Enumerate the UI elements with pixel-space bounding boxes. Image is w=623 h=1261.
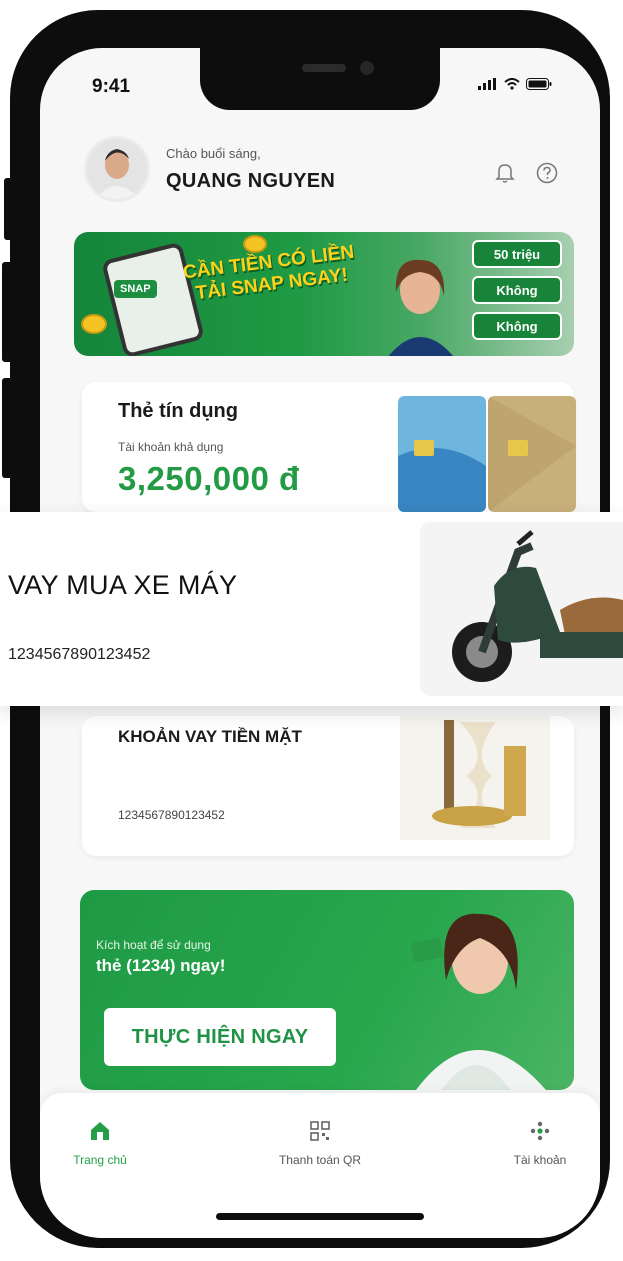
banner-pill: Không: [472, 312, 562, 340]
notch: [200, 48, 440, 110]
available-balance-amount: 3,250,000 đ: [118, 460, 300, 497]
wifi-icon: [504, 78, 520, 90]
help-icon[interactable]: [534, 160, 560, 186]
nav-item-account[interactable]: Tài khoản: [470, 1119, 600, 1167]
promo-subtitle: Kích hoạt để sử dụng: [96, 938, 211, 952]
nav-label-home: Trang chủ: [73, 1153, 127, 1167]
credit-card-title: Thẻ tín dụng: [118, 400, 238, 422]
cash-loan-number: 1234567890123452: [118, 808, 225, 822]
nav-label-qr-payment: Thanh toán QR: [278, 1153, 362, 1167]
credit-card-card[interactable]: Thẻ tín dụng Tài khoản khả dụng 3,250,00…: [82, 382, 576, 512]
woman-photo: [388, 259, 453, 356]
status-time: 9:41: [92, 76, 131, 97]
notification-bell-icon[interactable]: [492, 160, 518, 186]
account-icon: [530, 1121, 550, 1141]
nav-item-home[interactable]: Trang chủ: [40, 1119, 170, 1167]
banner-pill: 50 triệu: [472, 240, 562, 268]
status-icons: [478, 78, 552, 90]
motorbike-loan-title: VAY MUA XE MÁY: [8, 570, 238, 600]
woman-with-card-photo: [410, 913, 546, 1090]
gold-card-image: [488, 396, 576, 512]
nav-item-qr-payment[interactable]: Thanh toán QR: [250, 1119, 390, 1167]
signal-icon: [478, 78, 496, 90]
activate-card-promo: Kích hoạt để sử dụng thẻ (1234) ngay! TH…: [80, 890, 574, 1090]
snap-tag: SNAP: [114, 280, 157, 298]
promo-title: thẻ (1234) ngay!: [96, 956, 226, 975]
hourglass-coins-image: [400, 716, 550, 840]
banner-pill: Không: [472, 276, 562, 304]
camera: [360, 61, 374, 75]
user-photo: [87, 139, 147, 199]
motorbike-loan-card[interactable]: VAY MUA XE MÁY 1234567890123452: [0, 512, 623, 706]
home-icon: [91, 1122, 109, 1140]
user-name: QUANG NGUYEN: [166, 170, 336, 192]
avatar[interactable]: [84, 136, 150, 202]
banner-headline: CẦN TIỀN CÓ LIỀN TẢI SNAP NGAY!: [181, 241, 356, 304]
coin-icon: [243, 235, 267, 253]
speaker: [302, 64, 346, 72]
qr-icon: [310, 1121, 330, 1141]
battery-icon: [526, 78, 552, 90]
activate-now-button[interactable]: THỰC HIỆN NGAY: [104, 1008, 336, 1066]
blue-card-image: [398, 396, 486, 512]
coin-icon: [81, 314, 107, 334]
available-balance-label: Tài khoản khả dụng: [118, 440, 224, 454]
cash-loan-title: KHOẢN VAY TIỀN MẶT: [118, 727, 302, 746]
greeting: Chào buổi sáng,: [166, 146, 261, 161]
nav-label-account: Tài khoản: [513, 1153, 567, 1167]
motorbike-loan-number: 1234567890123452: [8, 646, 151, 663]
cash-loan-card[interactable]: KHOẢN VAY TIỀN MẶT 1234567890123452: [82, 716, 574, 856]
home-indicator: [216, 1213, 424, 1220]
motorbike-image: [420, 522, 623, 696]
promo-banner-snap[interactable]: SNAP CẦN TIỀN CÓ LIỀN TẢI SNAP NGAY! 50 …: [74, 232, 574, 356]
